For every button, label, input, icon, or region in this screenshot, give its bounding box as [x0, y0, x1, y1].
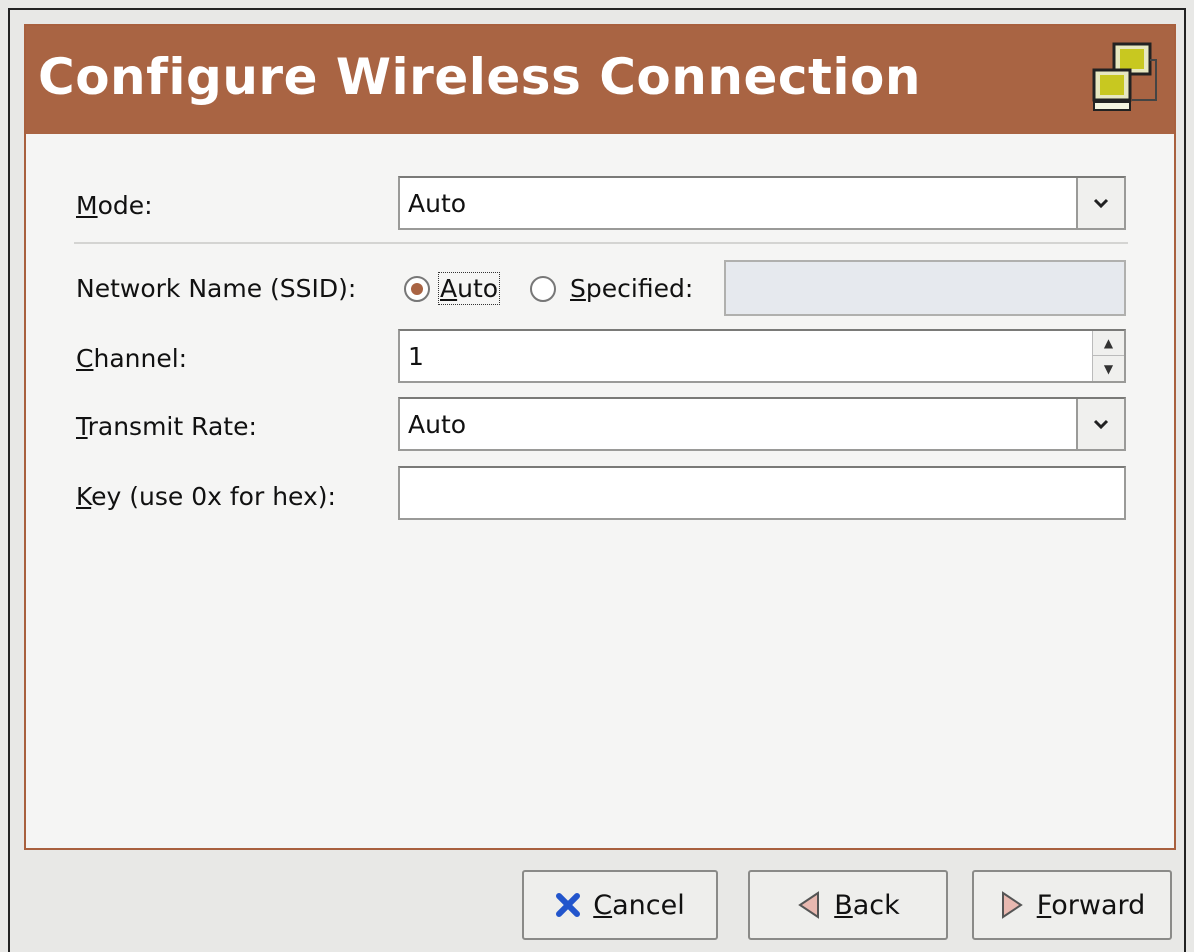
transmit-rate-label: Transmit Rate:: [76, 412, 257, 441]
channel-label: Channel:: [76, 344, 188, 373]
separator: [74, 242, 1128, 244]
dialog-window: Configure Wireless Connection Mode: Auto…: [8, 8, 1186, 952]
channel-spinner[interactable]: ▲ ▼: [1092, 331, 1124, 381]
network-computers-icon: [1092, 42, 1157, 111]
channel-value: 1: [408, 342, 424, 371]
transmit-rate-dropdown-button[interactable]: [1076, 399, 1124, 449]
mode-select[interactable]: Auto: [398, 176, 1126, 230]
cancel-label: Cancel: [593, 889, 685, 921]
forward-arrow-icon: [1001, 891, 1023, 919]
back-arrow-icon: [798, 891, 820, 919]
back-label: Back: [834, 889, 900, 921]
ssid-specified-input[interactable]: [724, 260, 1126, 316]
mode-value: Auto: [408, 189, 467, 218]
channel-spinbox[interactable]: 1 ▲ ▼: [398, 329, 1126, 383]
chevron-down-icon: [1093, 419, 1109, 430]
cancel-button[interactable]: Cancel: [522, 870, 718, 940]
ssid-specified-radio[interactable]: [530, 276, 556, 302]
page-title: Configure Wireless Connection: [38, 48, 922, 106]
ssid-auto-radio[interactable]: [404, 276, 430, 302]
header-banner: Configure Wireless Connection: [26, 26, 1174, 134]
ssid-auto-label[interactable]: Auto: [437, 272, 501, 305]
forward-button[interactable]: Forward: [972, 870, 1172, 940]
ssid-specified-label[interactable]: Specified:: [570, 274, 693, 303]
key-input[interactable]: [398, 466, 1126, 520]
key-label: Key (use 0x for hex):: [76, 482, 336, 511]
back-button[interactable]: Back: [748, 870, 948, 940]
spin-down-icon[interactable]: ▼: [1093, 356, 1124, 381]
transmit-rate-value: Auto: [408, 410, 467, 439]
mode-dropdown-button[interactable]: [1076, 178, 1124, 228]
ssid-label: Network Name (SSID):: [76, 274, 357, 303]
chevron-down-icon: [1093, 198, 1109, 209]
forward-label: Forward: [1036, 889, 1146, 921]
spin-up-icon[interactable]: ▲: [1093, 331, 1124, 356]
content-panel: Configure Wireless Connection Mode: Auto…: [24, 24, 1176, 850]
mode-label: Mode:: [76, 191, 153, 220]
transmit-rate-select[interactable]: Auto: [398, 397, 1126, 451]
close-x-icon: [556, 893, 581, 917]
